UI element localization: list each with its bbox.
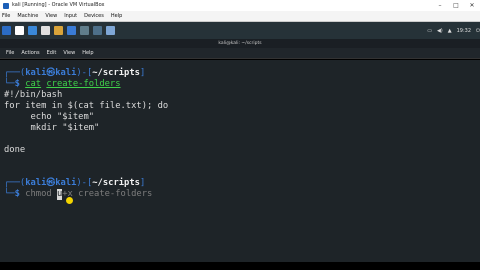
command-chmod: chmod xyxy=(25,189,52,199)
menu-machine[interactable]: Machine xyxy=(17,11,38,21)
prompt-line-2: ┌──(kali㉿kali)-[~/scripts] xyxy=(4,178,146,188)
prompt-line-1: ┌──(kali㉿kali)-[~/scripts] xyxy=(4,68,146,78)
mouse-pointer-highlight xyxy=(66,197,73,204)
menu-view[interactable]: View xyxy=(45,11,57,21)
terminal-menu-edit[interactable]: Edit xyxy=(47,48,57,58)
workspace-3-icon[interactable] xyxy=(93,26,102,35)
notification-icon[interactable]: ▲ xyxy=(448,28,452,34)
volume-icon[interactable]: ◀) xyxy=(437,28,443,34)
window-controls: – □ ✕ xyxy=(432,0,480,11)
terminal-menu-actions[interactable]: Actions xyxy=(21,48,39,58)
power-icon[interactable]: ⏻ xyxy=(476,28,480,34)
kali-top-panel: ▭ ◀) ▲ 19:32 ⏻ xyxy=(0,22,480,39)
kali-menu-icon[interactable] xyxy=(2,26,11,35)
clock[interactable]: 19:32 xyxy=(457,28,471,34)
terminal-title: kali@kali: ~/scripts xyxy=(0,39,480,48)
terminal-output[interactable]: ┌──(kali㉿kali)-[~/scripts] └─$ cat creat… xyxy=(0,60,480,262)
close-icon[interactable]: ✕ xyxy=(464,0,480,11)
command-line-2[interactable]: └─$ chmod u+x create-folders xyxy=(4,189,480,200)
desktop-icon[interactable] xyxy=(15,26,24,35)
terminal-menubar: File Actions Edit View Help xyxy=(0,48,480,59)
virtualbox-icon xyxy=(3,2,9,9)
terminal-menu-help[interactable]: Help xyxy=(82,48,93,58)
letterbox-bar xyxy=(0,262,480,270)
terminal-menu-file[interactable]: File xyxy=(6,48,14,58)
menu-input[interactable]: Input xyxy=(64,11,77,21)
menu-devices[interactable]: Devices xyxy=(84,11,104,21)
script-line: for item in $(cat file.txt); do xyxy=(4,101,169,111)
command-line-1: └─$ cat create-folders xyxy=(4,79,121,89)
workspace-4-icon[interactable] xyxy=(106,26,115,35)
file-manager-icon[interactable] xyxy=(28,26,37,35)
command-chmod-args: +x create-folders xyxy=(62,189,153,199)
script-line: #!/bin/bash xyxy=(4,90,63,100)
system-tray: ▭ ◀) ▲ 19:32 ⏻ xyxy=(422,28,480,34)
script-line: mkdir "$item" xyxy=(4,123,100,133)
script-line: done xyxy=(4,145,26,155)
script-line: echo "$item" xyxy=(4,112,95,122)
workspace-2-icon[interactable] xyxy=(80,26,89,35)
command-cat-arg: create-folders xyxy=(46,79,121,89)
workspace-1-icon[interactable] xyxy=(67,26,76,35)
menu-help[interactable]: Help xyxy=(111,11,122,21)
terminal-icon[interactable] xyxy=(41,26,50,35)
screen-icon[interactable]: ▭ xyxy=(427,28,432,34)
window-title: kali [Running] - Oracle VM VirtualBox xyxy=(12,2,105,8)
virtualbox-menubar: File Machine View Input Devices Help xyxy=(0,11,480,22)
command-cat: cat xyxy=(25,79,42,89)
virtualbox-titlebar: kali [Running] - Oracle VM VirtualBox – … xyxy=(0,0,480,11)
menu-file[interactable]: File xyxy=(2,11,10,21)
terminal-menu-view[interactable]: View xyxy=(63,48,75,58)
maximize-icon[interactable]: □ xyxy=(448,0,464,11)
browser-icon[interactable] xyxy=(54,26,63,35)
minimize-icon[interactable]: – xyxy=(432,0,448,11)
